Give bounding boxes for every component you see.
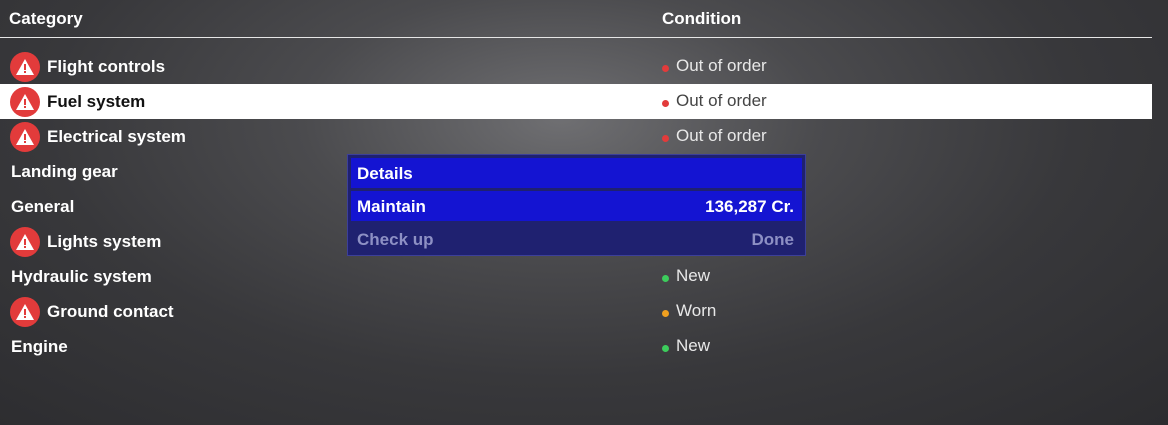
context-menu-details-label: Details <box>357 164 413 183</box>
context-menu-details[interactable]: Details <box>351 158 802 188</box>
table-row[interactable]: Electrical system Out of order <box>0 119 1152 154</box>
column-header-category: Category <box>9 9 83 28</box>
table-header: Category Condition <box>0 0 1152 38</box>
table-row[interactable]: Hydraulic system New <box>0 259 1152 294</box>
status-dot-icon <box>662 100 669 107</box>
context-menu-maintain[interactable]: Maintain 136,287 Cr. <box>351 191 802 221</box>
row-category: Electrical system <box>47 127 186 146</box>
warning-icon <box>10 227 40 257</box>
warning-icon <box>10 52 40 82</box>
status-dot-icon <box>662 135 669 142</box>
warning-icon <box>10 122 40 152</box>
row-category: General <box>11 197 75 216</box>
table-row[interactable]: Flight controls Out of order <box>0 49 1152 84</box>
row-category: Hydraulic system <box>11 267 152 286</box>
status-dot-icon <box>662 345 669 352</box>
warning-icon <box>10 87 40 117</box>
table-row[interactable]: Engine New <box>0 329 1152 364</box>
context-menu-check-up-label: Check up <box>357 230 434 249</box>
row-condition: Out of order <box>676 91 767 110</box>
row-category: Engine <box>11 337 68 356</box>
row-category: Landing gear <box>11 162 118 181</box>
warning-icon <box>10 297 40 327</box>
context-menu: Details Maintain 136,287 Cr. Check up Do… <box>347 154 806 256</box>
table-row[interactable]: Ground contact Worn <box>0 294 1152 329</box>
status-dot-icon <box>662 65 669 72</box>
column-header-condition: Condition <box>662 9 742 28</box>
status-dot-icon <box>662 310 669 317</box>
table-row-selected[interactable]: Fuel system Out of order <box>0 84 1152 119</box>
context-menu-maintain-label: Maintain <box>357 197 426 216</box>
row-category: Ground contact <box>47 302 174 321</box>
row-condition: Out of order <box>676 56 767 75</box>
row-condition: New <box>676 336 711 355</box>
row-condition: Out of order <box>676 126 767 145</box>
check-up-status: Done <box>751 230 795 249</box>
status-dot-icon <box>662 275 669 282</box>
row-condition: New <box>676 266 711 285</box>
context-menu-check-up: Check up Done <box>351 224 802 254</box>
row-category: Flight controls <box>47 57 166 76</box>
row-category: Fuel system <box>47 92 146 111</box>
maintain-cost: 136,287 Cr. <box>705 197 794 216</box>
row-category: Lights system <box>47 232 162 251</box>
row-condition: Worn <box>676 301 717 320</box>
